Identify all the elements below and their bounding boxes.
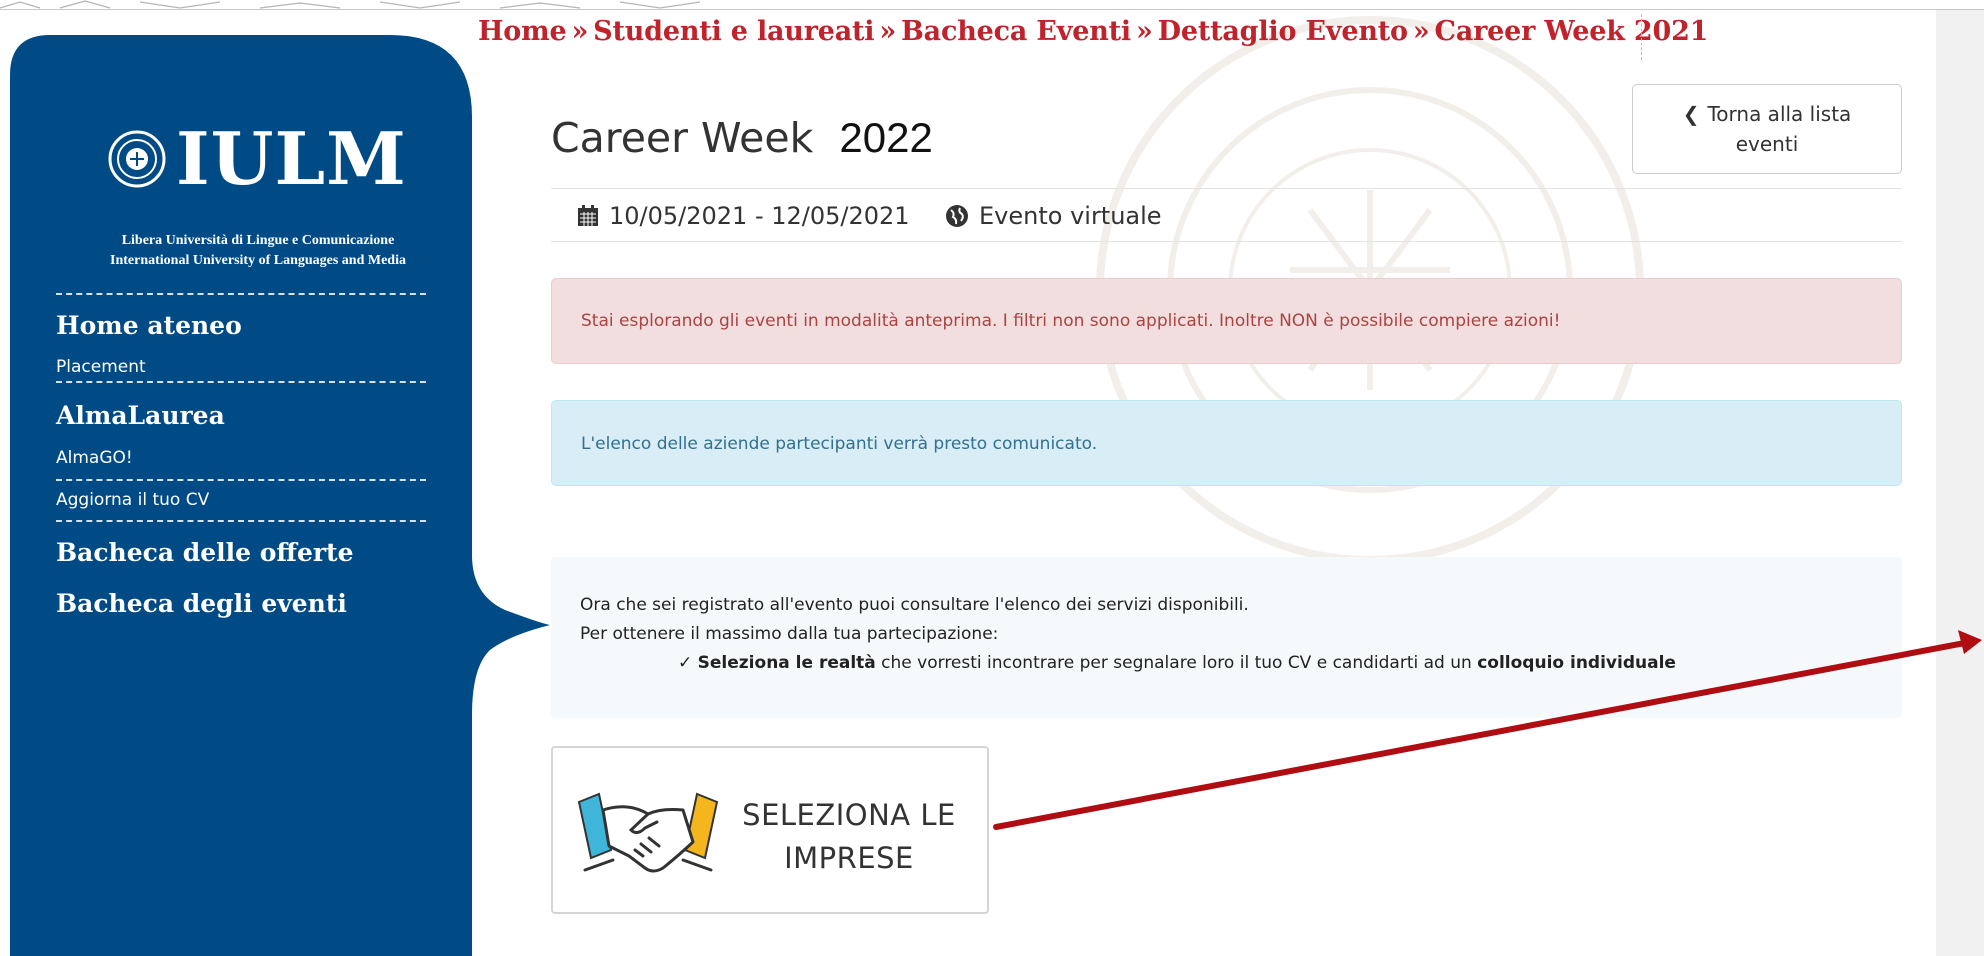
- back-to-events-button[interactable]: ❮ Torna alla lista eventi: [1632, 84, 1902, 174]
- event-title: Career Week: [551, 114, 814, 162]
- breadcrumb-separator: »: [1412, 16, 1430, 47]
- nav-divider: [56, 520, 426, 522]
- event-dates-text: 10/05/2021 - 12/05/2021: [609, 202, 910, 230]
- select-companies-button[interactable]: SELEZIONA LE IMPRESE: [551, 746, 989, 914]
- event-dates: 10/05/2021 - 12/05/2021: [577, 202, 910, 230]
- nav-divider: [56, 293, 426, 295]
- breadcrumb-separator: »: [1135, 16, 1153, 47]
- sidebar-item-placement[interactable]: Placement: [56, 357, 146, 377]
- top-decorative-strip: [0, 0, 1984, 10]
- breadcrumb-separator: »: [571, 16, 589, 47]
- sidebar: IULM Libera Università di Lingue e Comun…: [10, 35, 550, 956]
- companies-info-alert: L'elenco delle aziende partecipanti verr…: [551, 400, 1902, 486]
- event-year-overlay: 2022: [839, 114, 933, 161]
- breadcrumb-current: Career Week 2021: [1434, 16, 1709, 47]
- sidebar-item-home-ateneo[interactable]: Home ateneo: [56, 311, 242, 340]
- back-button-label-line1: Torna alla lista: [1707, 102, 1852, 126]
- calendar-icon: [578, 205, 598, 226]
- nav-divider: [56, 479, 426, 481]
- sidebar-item-almago[interactable]: AlmaGO!: [56, 448, 133, 468]
- back-button-label-line2: eventi: [1735, 132, 1799, 156]
- chevron-left-icon: ❮: [1682, 102, 1700, 126]
- seal-icon: [108, 130, 166, 188]
- select-companies-line2: IMPRESE: [784, 841, 914, 875]
- info-line-1: Ora che sei registrato all'evento puoi c…: [580, 595, 1249, 615]
- breadcrumb-event-detail[interactable]: Dettaglio Evento: [1158, 16, 1408, 47]
- breadcrumb-divider: [1641, 14, 1642, 60]
- sidebar-item-bacheca-eventi[interactable]: Bacheca degli eventi: [56, 589, 347, 618]
- logo-subtitle-it: Libera Università di Lingue e Comunicazi…: [121, 233, 395, 248]
- breadcrumb-students[interactable]: Studenti e laureati: [593, 16, 874, 47]
- handshake-icon: [577, 792, 719, 873]
- info-bullet-bold-1: Seleziona le realtà: [697, 653, 876, 673]
- logo-subtitle: Libera Università di Lingue e Comunicazi…: [68, 231, 448, 271]
- iulm-logo[interactable]: IULM Libera Università di Lingue e Comun…: [108, 123, 408, 273]
- check-icon: ✓: [678, 653, 693, 673]
- nav-divider: [56, 381, 426, 383]
- logo-text: IULM: [176, 116, 407, 201]
- sidebar-item-bacheca-offerte[interactable]: Bacheca delle offerte: [56, 538, 353, 567]
- select-companies-label: SELEZIONA LE IMPRESE: [729, 794, 969, 880]
- annotation-arrow: [993, 630, 1982, 830]
- breadcrumb: Home» Studenti e laureati» Bacheca Eventi»…: [478, 16, 1708, 56]
- breadcrumb-events-board[interactable]: Bacheca Eventi: [901, 16, 1131, 47]
- select-companies-line1: SELEZIONA LE: [742, 798, 956, 832]
- event-location-text: Evento virtuale: [979, 202, 1162, 230]
- preview-alert: Stai esplorando gli eventi in modalità a…: [551, 278, 1902, 364]
- logo-subtitle-en: International University of Languages an…: [110, 253, 406, 268]
- globe-icon: [946, 205, 968, 227]
- breadcrumb-separator: »: [879, 16, 897, 47]
- event-meta-row: 10/05/2021 - 12/05/2021 Evento virtuale: [551, 188, 1902, 242]
- page-title: Career Week 2022: [551, 114, 933, 162]
- sidebar-item-aggiorna-cv[interactable]: Aggiorna il tuo CV: [56, 490, 209, 510]
- sidebar-item-almalaurea[interactable]: AlmaLaurea: [56, 401, 225, 430]
- event-location: Evento virtuale: [945, 202, 1162, 230]
